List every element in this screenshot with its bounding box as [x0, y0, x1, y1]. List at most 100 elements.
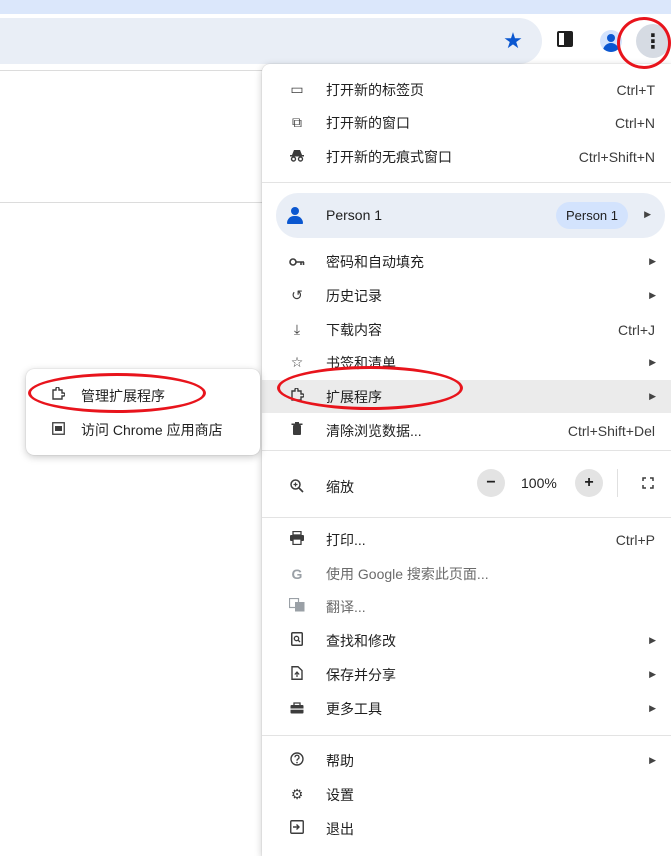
menu-item-label: 退出	[326, 820, 354, 837]
page-divider	[0, 202, 262, 203]
chevron-right-icon: ▶	[649, 635, 656, 645]
tab-strip	[0, 0, 671, 14]
person-icon	[286, 207, 304, 225]
trash-icon	[288, 422, 306, 439]
menu-item-label: 书签和清单	[326, 354, 396, 371]
menu-item-translate[interactable]: 翻译...	[262, 590, 671, 623]
menu-item-new-incognito[interactable]: 打开新的无痕式窗口 Ctrl+Shift+N	[262, 140, 671, 173]
exit-icon	[288, 820, 306, 837]
submenu-item-visit-store[interactable]: 访问 Chrome 应用商店	[26, 413, 260, 446]
profile-avatar-icon[interactable]	[600, 30, 622, 52]
menu-item-label: 更多工具	[326, 700, 382, 717]
menu-item-google-search[interactable]: G 使用 Google 搜索此页面...	[262, 557, 671, 590]
menu-item-label: 设置	[326, 786, 354, 803]
zoom-icon	[288, 478, 306, 496]
shortcut: Ctrl+N	[614, 114, 655, 131]
person-name: Person 1	[326, 207, 383, 223]
new-tab-icon: ▭	[290, 81, 304, 97]
menu-item-help[interactable]: 帮助 ▶	[262, 744, 671, 777]
menu-item-label: 历史记录	[326, 287, 382, 304]
submenu-item-manage-extensions[interactable]: 管理扩展程序	[26, 379, 260, 412]
menu-item-label: 缩放	[326, 479, 354, 495]
gear-icon: ⚙	[290, 786, 304, 802]
zoom-out-button[interactable]: −	[477, 469, 505, 497]
menu-item-label: 打开新的标签页	[326, 81, 424, 98]
menu-item-passwords[interactable]: 密码和自动填充 ▶	[262, 245, 671, 278]
menu-item-label: 下载内容	[326, 321, 382, 338]
submenu-item-label: 访问 Chrome 应用商店	[81, 421, 223, 438]
chevron-right-icon: ▶	[649, 256, 656, 266]
chevron-right-icon: ▶	[644, 209, 651, 219]
chevron-right-icon: ▶	[649, 755, 656, 765]
shortcut: Ctrl+Shift+Del	[567, 422, 655, 439]
menu-item-new-window[interactable]: ⧉ 打开新的窗口 Ctrl+N	[262, 106, 671, 139]
zoom-level: 100%	[521, 475, 557, 491]
menu-item-label: 打开新的窗口	[326, 114, 410, 131]
shortcut: Ctrl+Shift+N	[578, 148, 655, 165]
menu-item-label: 查找和修改	[326, 632, 396, 649]
menu-item-find-edit[interactable]: 查找和修改 ▶	[262, 624, 671, 657]
key-icon	[288, 254, 306, 270]
save-share-icon	[288, 666, 306, 683]
new-window-icon: ⧉	[292, 114, 302, 130]
menu-item-clear-data[interactable]: 清除浏览数据... Ctrl+Shift+Del	[262, 414, 671, 447]
incognito-icon	[288, 148, 306, 165]
chevron-right-icon: ▶	[649, 669, 656, 679]
translate-icon	[288, 597, 306, 615]
menu-item-extensions[interactable]: 扩展程序 ▶	[262, 380, 671, 413]
shortcut: Ctrl+J	[618, 321, 655, 338]
menu-item-label: 保存并分享	[326, 666, 396, 683]
toolbar-divider	[0, 70, 262, 71]
chevron-right-icon: ▶	[649, 391, 656, 401]
menu-item-label: 打开新的无痕式窗口	[326, 148, 452, 165]
download-icon: ⤓	[293, 321, 301, 337]
person-chip: Person 1	[556, 202, 628, 229]
menu-item-label: 打印...	[326, 531, 366, 548]
fullscreen-icon[interactable]	[634, 469, 662, 497]
menu-item-bookmarks[interactable]: ☆ 书签和清单 ▶	[262, 346, 671, 379]
menu-item-history[interactable]: ↺ 历史记录 ▶	[262, 279, 671, 312]
print-icon	[288, 530, 306, 548]
toolbox-icon	[288, 701, 306, 717]
menu-item-exit[interactable]: 退出	[262, 812, 671, 845]
help-icon	[288, 752, 306, 769]
address-bar[interactable]	[0, 18, 542, 64]
chevron-right-icon: ▶	[649, 703, 656, 713]
menu-item-save-share[interactable]: 保存并分享 ▶	[262, 658, 671, 691]
star-icon[interactable]: ★	[498, 26, 528, 56]
menu-item-label: 扩展程序	[326, 388, 382, 405]
menu-item-label: 帮助	[326, 752, 354, 769]
menu-item-settings[interactable]: ⚙ 设置	[262, 778, 671, 811]
submenu-item-label: 管理扩展程序	[81, 387, 165, 404]
menu-separator	[262, 182, 671, 183]
web-store-icon	[50, 421, 66, 438]
find-in-page-icon	[288, 632, 306, 649]
more-vert-icon[interactable]: ⋮	[636, 24, 670, 58]
menu-item-label: 清除浏览数据...	[326, 422, 422, 439]
side-panel-icon[interactable]	[557, 31, 573, 47]
star-outline-icon: ☆	[290, 354, 304, 370]
puzzle-icon	[50, 386, 66, 404]
history-icon: ↺	[291, 287, 303, 303]
extensions-submenu: 管理扩展程序 访问 Chrome 应用商店	[26, 369, 260, 455]
google-g-icon: G	[291, 565, 303, 582]
menu-item-label: 密码和自动填充	[326, 253, 424, 270]
zoom-in-button[interactable]: +	[575, 469, 603, 497]
menu-item-label: 翻译...	[326, 598, 366, 615]
shortcut: Ctrl+P	[615, 531, 655, 548]
menu-item-more-tools[interactable]: 更多工具 ▶	[262, 692, 671, 725]
chevron-right-icon: ▶	[649, 357, 656, 367]
puzzle-icon	[288, 387, 306, 405]
shortcut: Ctrl+T	[616, 81, 656, 98]
menu-item-zoom: 缩放	[262, 468, 671, 506]
menu-item-person[interactable]: Person 1 Person 1 ▶	[276, 193, 665, 238]
menu-separator	[262, 450, 671, 451]
menu-item-label: 使用 Google 搜索此页面...	[326, 565, 489, 582]
menu-separator	[262, 517, 671, 518]
chrome-main-menu: ▭ 打开新的标签页 Ctrl+T ⧉ 打开新的窗口 Ctrl+N 打开新的无痕式…	[262, 64, 671, 856]
menu-separator	[262, 735, 671, 736]
menu-item-print[interactable]: 打印... Ctrl+P	[262, 523, 671, 556]
menu-item-new-tab[interactable]: ▭ 打开新的标签页 Ctrl+T	[262, 73, 671, 106]
menu-item-downloads[interactable]: ⤓ 下载内容 Ctrl+J	[262, 313, 671, 346]
zoom-divider	[617, 469, 618, 497]
